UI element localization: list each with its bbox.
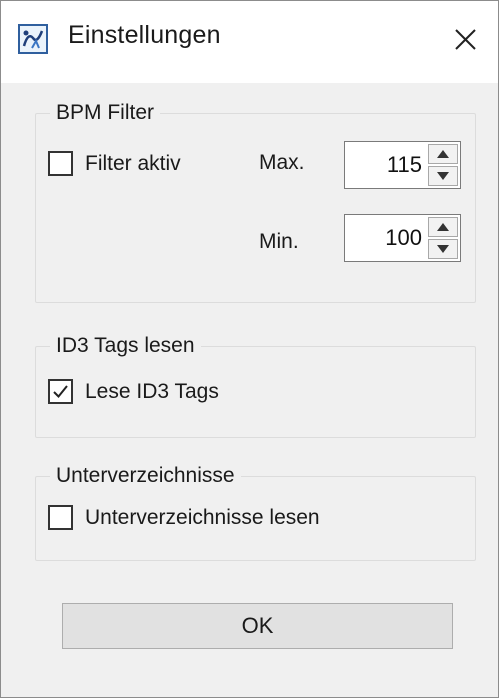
title-bar: Einstellungen	[1, 1, 498, 83]
id3-tags-group: ID3 Tags lesen Lese ID3 Tags	[35, 331, 476, 438]
max-label: Max.	[259, 151, 305, 174]
filter-active-label: Filter aktiv	[85, 152, 181, 175]
close-icon	[437, 29, 491, 69]
max-bpm-up-button[interactable]	[428, 144, 458, 164]
min-bpm-down-button[interactable]	[428, 239, 458, 259]
read-id3-label: Lese ID3 Tags	[85, 380, 219, 403]
settings-dialog: Einstellungen BPM Filter Filter aktiv Ma…	[0, 0, 499, 698]
app-icon	[18, 24, 48, 54]
ok-button[interactable]: OK	[62, 603, 453, 649]
max-bpm-value: 115	[386, 152, 422, 177]
bpm-filter-group: BPM Filter Filter aktiv Max. 115 Min. 10…	[35, 98, 476, 303]
subdirectories-group: Unterverzeichnisse Unterverzeichnisse le…	[35, 461, 476, 561]
id3-tags-group-title: ID3 Tags lesen	[50, 331, 201, 361]
filter-active-checkbox[interactable]	[48, 151, 73, 176]
bpm-filter-group-title: BPM Filter	[50, 98, 161, 128]
close-button[interactable]	[437, 11, 491, 65]
read-id3-checkbox[interactable]	[48, 379, 73, 404]
window-title: Einstellungen	[68, 21, 221, 49]
subdirectories-group-title: Unterverzeichnisse	[50, 461, 241, 491]
min-bpm-up-button[interactable]	[428, 217, 458, 237]
max-bpm-down-button[interactable]	[428, 166, 458, 186]
read-subdirectories-label: Unterverzeichnisse lesen	[85, 506, 320, 529]
min-label: Min.	[259, 230, 299, 253]
min-bpm-spinner[interactable]: 100	[344, 214, 461, 262]
max-bpm-spinner[interactable]: 115	[344, 141, 461, 189]
min-bpm-value: 100	[385, 225, 422, 250]
read-subdirectories-checkbox[interactable]	[48, 505, 73, 530]
